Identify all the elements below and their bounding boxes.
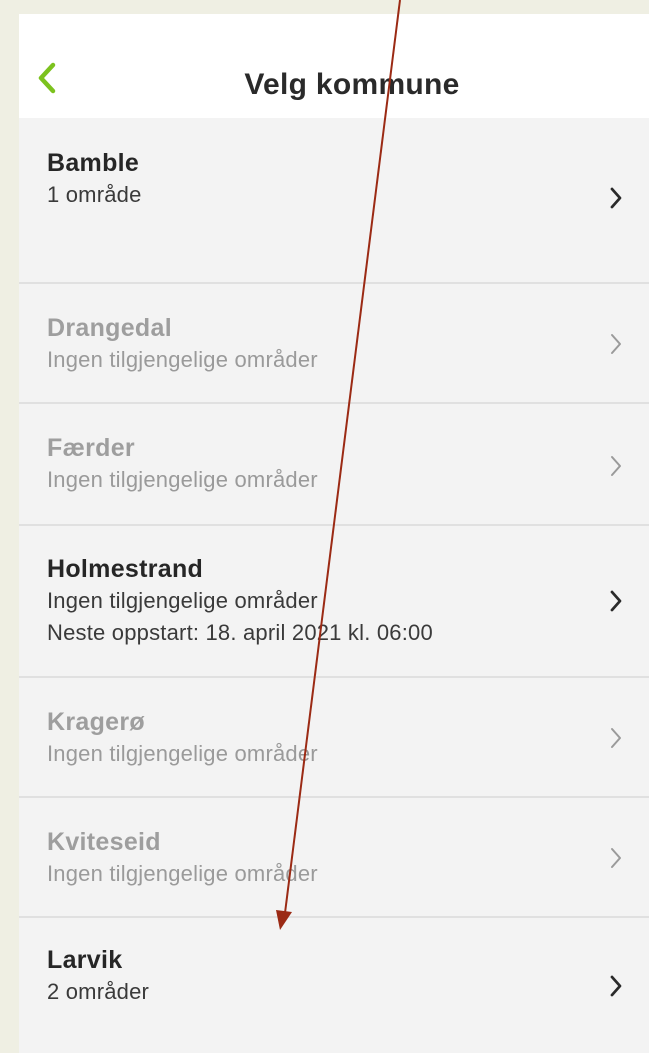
next-start-info: Neste oppstart: 18. april 2021 kl. 06:00 xyxy=(47,620,433,645)
area-count: Ingen tilgjengelige områder xyxy=(47,467,318,492)
chevron-right-icon xyxy=(609,186,623,210)
list-item-kragero[interactable]: Kragerø Ingen tilgjengelige områder xyxy=(19,678,649,798)
list-item-larvik[interactable]: Larvik 2 områder xyxy=(19,918,649,1053)
list-item-drangedal[interactable]: Drangedal Ingen tilgjengelige områder xyxy=(19,284,649,404)
area-count: Ingen tilgjengelige områder xyxy=(47,741,318,766)
list-item-faerder[interactable]: Færder Ingen tilgjengelige områder xyxy=(19,404,649,526)
area-count: 1 område xyxy=(47,182,142,207)
chevron-right-icon xyxy=(609,332,623,356)
municipality-name: Kragerø xyxy=(47,708,145,736)
municipality-name: Kviteseid xyxy=(47,828,161,856)
chevron-right-icon xyxy=(609,589,623,613)
municipality-name: Færder xyxy=(47,434,135,462)
chevron-right-icon xyxy=(609,846,623,870)
municipality-list: Bamble 1 område Drangedal Ingen tilgjeng… xyxy=(19,118,649,1053)
area-count: Ingen tilgjengelige områder xyxy=(47,347,318,372)
municipality-name: Drangedal xyxy=(47,314,172,342)
chevron-right-icon xyxy=(609,454,623,478)
municipality-name: Holmestrand xyxy=(47,555,204,583)
area-count: 2 områder xyxy=(47,979,150,1004)
area-count: Ingen tilgjengelige områder xyxy=(47,588,318,613)
list-item-bamble[interactable]: Bamble 1 område xyxy=(19,118,649,284)
chevron-right-icon xyxy=(609,974,623,998)
municipality-name: Larvik xyxy=(47,946,123,974)
area-count: Ingen tilgjengelige områder xyxy=(47,861,318,886)
municipality-name: Bamble xyxy=(47,149,140,177)
app-screen: Velg kommune Bamble 1 område Drangedal I… xyxy=(19,14,649,1053)
page-title: Velg kommune xyxy=(244,68,460,101)
chevron-right-icon xyxy=(609,726,623,750)
list-item-kviteseid[interactable]: Kviteseid Ingen tilgjengelige områder xyxy=(19,798,649,918)
list-item-holmestrand[interactable]: Holmestrand Ingen tilgjengelige områder … xyxy=(19,526,649,678)
header-bar: Velg kommune xyxy=(19,14,649,118)
